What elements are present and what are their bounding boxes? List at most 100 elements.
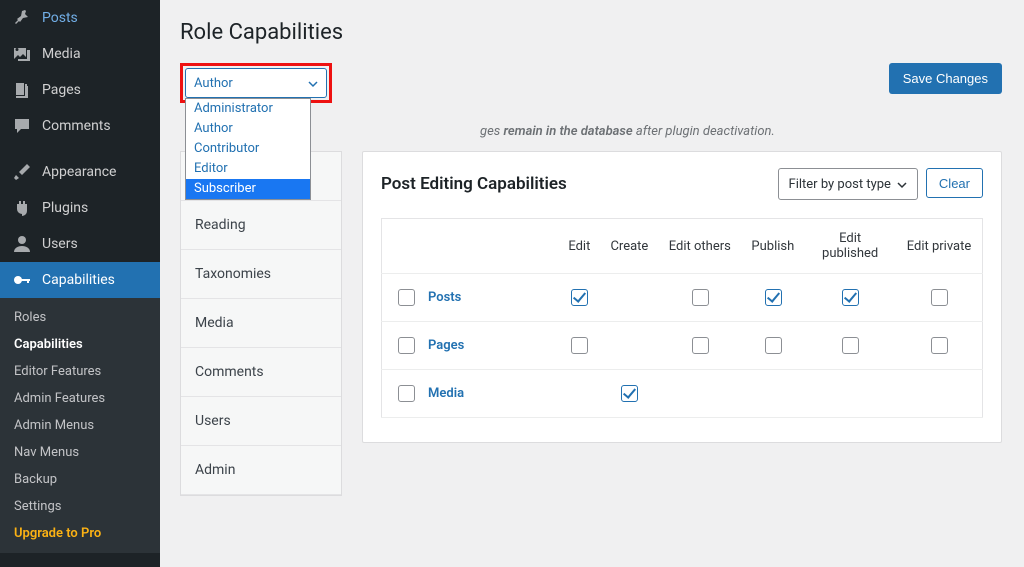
key-icon — [12, 270, 32, 290]
sidebar-item-appearance[interactable]: Appearance — [0, 154, 160, 190]
tab-taxonomies[interactable]: Taxonomies — [181, 250, 341, 299]
notice-text-1: ges — [480, 124, 503, 139]
sidebar-label: Appearance — [42, 164, 116, 180]
submenu-settings[interactable]: Settings — [0, 493, 160, 520]
tab-admin[interactable]: Admin — [181, 446, 341, 495]
main-content: Role Capabilities Author Administrator A… — [160, 0, 1024, 567]
role-option-subscriber[interactable]: Subscriber — [186, 179, 310, 199]
cap-checkbox[interactable] — [692, 289, 709, 306]
page-title: Role Capabilities — [180, 20, 1002, 45]
role-option-editor[interactable]: Editor — [186, 159, 310, 179]
media-icon — [12, 44, 32, 64]
submenu-upgrade[interactable]: Upgrade to Pro — [0, 520, 160, 547]
submenu-admin-menus[interactable]: Admin Menus — [0, 412, 160, 439]
content-row: Deletion Reading Taxonomies Media Commen… — [180, 151, 1002, 496]
col-publish: Publish — [741, 219, 804, 274]
cap-checkbox[interactable] — [842, 337, 859, 354]
submenu-editor-features[interactable]: Editor Features — [0, 358, 160, 385]
submenu-nav-menus[interactable]: Nav Menus — [0, 439, 160, 466]
plug-icon — [12, 198, 32, 218]
chevron-down-icon — [308, 78, 318, 88]
capabilities-panel: Post Editing Capabilities Filter by post… — [362, 151, 1002, 443]
role-select-options: Administrator Author Contributor Editor … — [185, 98, 311, 200]
row-link-posts[interactable]: Posts — [428, 290, 461, 305]
sidebar-item-media[interactable]: Media — [0, 36, 160, 72]
clear-button[interactable]: Clear — [926, 168, 983, 198]
sidebar-label: Capabilities — [42, 272, 115, 288]
table-row: Media — [382, 370, 983, 418]
sidebar-spacer — [0, 144, 160, 154]
capabilities-table: Edit Create Edit others Publish Edit pub… — [381, 218, 983, 418]
sidebar-item-plugins[interactable]: Plugins — [0, 190, 160, 226]
topbar: Author Administrator Author Contributor … — [180, 63, 1002, 103]
sidebar-label: Posts — [42, 10, 78, 26]
sidebar-item-capabilities[interactable]: Capabilities — [0, 262, 160, 298]
tab-reading[interactable]: Reading — [181, 201, 341, 250]
table-header-row: Edit Create Edit others Publish Edit pub… — [382, 219, 983, 274]
sidebar-label: Comments — [42, 118, 111, 134]
cap-checkbox[interactable] — [765, 337, 782, 354]
tab-users[interactable]: Users — [181, 397, 341, 446]
filter-select-label: Filter by post type — [789, 177, 891, 192]
page-icon — [12, 80, 32, 100]
row-link-media[interactable]: Media — [428, 386, 464, 401]
sidebar-label: Plugins — [42, 200, 88, 216]
pin-icon — [12, 8, 32, 28]
sidebar-submenu: Roles Capabilities Editor Features Admin… — [0, 298, 160, 553]
cap-checkbox[interactable] — [621, 385, 638, 402]
cap-checkbox[interactable] — [571, 289, 588, 306]
panel-title: Post Editing Capabilities — [381, 174, 567, 194]
panel-actions: Filter by post type Clear — [778, 168, 983, 200]
notice-fragment: ges remain in the database after plugin … — [480, 124, 775, 139]
sidebar-label: Media — [42, 46, 81, 62]
col-edit-private: Edit private — [896, 219, 982, 274]
col-create: Create — [601, 219, 658, 274]
role-option-contributor[interactable]: Contributor — [186, 139, 310, 159]
notice-text-2: after plugin deactivation. — [633, 124, 775, 139]
table-body: Posts Pages — [382, 274, 983, 418]
role-select-value: Author — [194, 76, 233, 91]
cap-checkbox[interactable] — [931, 289, 948, 306]
sidebar-item-pages[interactable]: Pages — [0, 72, 160, 108]
submenu-admin-features[interactable]: Admin Features — [0, 385, 160, 412]
submenu-backup[interactable]: Backup — [0, 466, 160, 493]
role-select[interactable]: Author — [185, 68, 327, 98]
row-select-checkbox[interactable] — [398, 337, 415, 354]
sidebar-item-posts[interactable]: Posts — [0, 0, 160, 36]
role-option-author[interactable]: Author — [186, 119, 310, 139]
tab-comments[interactable]: Comments — [181, 348, 341, 397]
submenu-roles[interactable]: Roles — [0, 304, 160, 331]
sidebar-item-users[interactable]: Users — [0, 226, 160, 262]
panel-header: Post Editing Capabilities Filter by post… — [381, 168, 983, 200]
brush-icon — [12, 162, 32, 182]
app-root: Posts Media Pages Comments Appearance Pl… — [0, 0, 1024, 567]
tabs-column: Deletion Reading Taxonomies Media Commen… — [180, 151, 342, 496]
save-button[interactable]: Save Changes — [889, 63, 1002, 94]
row-link-pages[interactable]: Pages — [428, 338, 464, 353]
submenu-capabilities[interactable]: Capabilities — [0, 331, 160, 358]
table-row: Pages — [382, 322, 983, 370]
cap-checkbox[interactable] — [571, 337, 588, 354]
row-select-checkbox[interactable] — [398, 289, 415, 306]
tab-media[interactable]: Media — [181, 299, 341, 348]
sidebar-label: Pages — [42, 82, 81, 98]
notice-bold: remain in the database — [503, 124, 632, 139]
cap-checkbox[interactable] — [842, 289, 859, 306]
cap-checkbox[interactable] — [692, 337, 709, 354]
admin-sidebar: Posts Media Pages Comments Appearance Pl… — [0, 0, 160, 567]
col-edit: Edit — [558, 219, 601, 274]
user-icon — [12, 234, 32, 254]
cap-checkbox[interactable] — [765, 289, 782, 306]
sidebar-item-comments[interactable]: Comments — [0, 108, 160, 144]
role-option-administrator[interactable]: Administrator — [186, 99, 310, 119]
filter-select[interactable]: Filter by post type — [778, 168, 918, 200]
chevron-down-icon — [897, 179, 907, 189]
cap-checkbox[interactable] — [931, 337, 948, 354]
col-edit-others: Edit others — [658, 219, 741, 274]
table-row: Posts — [382, 274, 983, 322]
col-edit-published: Edit published — [804, 219, 896, 274]
comment-icon — [12, 116, 32, 136]
sidebar-label: Users — [42, 236, 78, 252]
row-select-checkbox[interactable] — [398, 385, 415, 402]
role-select-highlight: Author Administrator Author Contributor … — [180, 63, 332, 103]
